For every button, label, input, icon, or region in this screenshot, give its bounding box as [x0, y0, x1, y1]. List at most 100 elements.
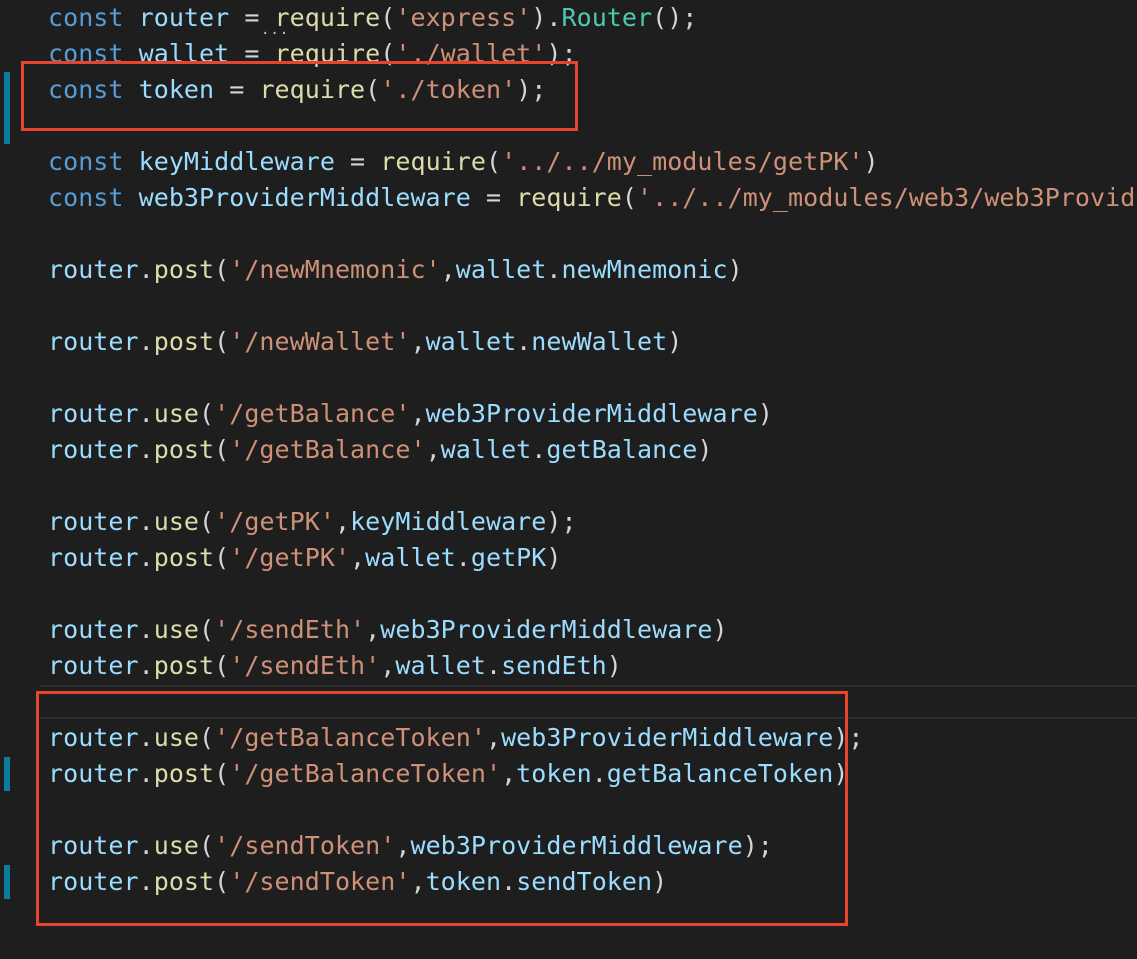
code-token: use [153, 615, 200, 644]
code-line[interactable]: router.use('/sendEth',web3ProviderMiddle… [48, 612, 728, 648]
code-token: (); [652, 3, 698, 32]
code-token: . [531, 435, 547, 464]
code-token: ( [199, 507, 215, 536]
code-token: ) [863, 147, 879, 176]
code-token: web3ProviderMiddleware [380, 615, 713, 644]
code-token: keyMiddleware [350, 507, 547, 536]
code-token: '/getPK' [229, 543, 351, 572]
code-token: ( [214, 435, 230, 464]
code-token: wallet [455, 255, 547, 284]
code-token: . [138, 615, 154, 644]
code-line[interactable]: const keyMiddleware = require('../../my_… [48, 144, 879, 180]
code-token: '/getPK' [214, 507, 335, 536]
code-line[interactable]: const router = require('express').Router… [48, 0, 697, 36]
code-token: . [138, 435, 154, 464]
ellipsis-hint-icon: ... [261, 22, 290, 38]
code-line[interactable]: router.use('/getPK',keyMiddleware); [48, 504, 577, 540]
code-token: router [48, 651, 139, 680]
code-token: 'express' [395, 3, 532, 32]
code-token: . [138, 507, 154, 536]
code-token: = [470, 183, 517, 212]
code-token: . [138, 327, 154, 356]
code-token: web3ProviderMiddleware [138, 183, 471, 212]
code-token: ) [546, 543, 562, 572]
code-token: router [48, 543, 139, 572]
code-token: router [48, 435, 139, 464]
code-token: ( [214, 651, 230, 680]
code-token: ( [621, 183, 637, 212]
code-line[interactable]: router.use('/getBalance',web3ProviderMid… [48, 396, 773, 432]
code-token: wallet [425, 327, 517, 356]
code-token: '../../my_modules/getPK' [501, 147, 864, 176]
code-token: , [380, 651, 396, 680]
code-token: ( [199, 615, 215, 644]
code-token: ). [531, 3, 562, 32]
code-token: ) [606, 651, 622, 680]
code-token: . [138, 255, 154, 284]
code-token: wallet [440, 435, 532, 464]
code-token: sendEth [501, 651, 607, 680]
code-token: newWallet [531, 327, 668, 356]
code-token: ( [214, 255, 230, 284]
code-token: '/newWallet' [229, 327, 411, 356]
code-token: ( [380, 3, 396, 32]
code-editor[interactable]: const router = require('express').Router… [0, 0, 1137, 959]
code-token: . [138, 399, 154, 428]
code-token: router [48, 327, 139, 356]
code-token: = [334, 147, 381, 176]
code-token: ); [546, 507, 577, 536]
code-token: post [153, 327, 215, 356]
code-token: '/getBalance' [214, 399, 411, 428]
code-token: post [153, 255, 215, 284]
code-token: newMnemonic [561, 255, 728, 284]
code-token: '/sendEth' [229, 651, 381, 680]
code-line[interactable]: const web3ProviderMiddleware = require('… [48, 180, 1137, 216]
code-token: require [274, 3, 381, 32]
code-token: router [48, 399, 139, 428]
code-line[interactable]: router.post('/newMnemonic',wallet.newMne… [48, 252, 743, 288]
code-token: ) [727, 255, 743, 284]
highlight-box-token-routes [36, 691, 848, 926]
code-token: . [455, 543, 471, 572]
code-token: wallet [395, 651, 486, 680]
code-line[interactable]: router.post('/sendEth',wallet.sendEth) [48, 648, 622, 684]
code-token: require [516, 183, 622, 212]
code-token: ) [712, 615, 728, 644]
code-token: wallet [365, 543, 456, 572]
code-token: ) [697, 435, 713, 464]
code-token: const [48, 3, 124, 32]
highlight-box-token-import [21, 61, 578, 131]
code-token: , [425, 435, 441, 464]
code-line[interactable]: router.post('/getPK',wallet.getPK) [48, 540, 562, 576]
code-token: router [48, 507, 139, 536]
code-token: router [48, 615, 139, 644]
code-token: . [485, 651, 502, 680]
code-token: . [138, 543, 154, 572]
code-token: post [153, 435, 215, 464]
code-token: router [138, 3, 230, 32]
code-token: getPK [470, 543, 547, 572]
code-token: keyMiddleware [138, 147, 335, 176]
code-token: '../../my_modules/web3/web3Provider' [637, 183, 1137, 212]
code-line[interactable]: router.post('/getBalance',wallet.getBala… [48, 432, 713, 468]
code-token: getBalance [546, 435, 698, 464]
code-token: post [153, 543, 215, 572]
code-token: const [48, 183, 124, 212]
code-line[interactable]: router.post('/newWallet',wallet.newWalle… [48, 324, 682, 360]
code-token: use [153, 507, 200, 536]
gutter-modified-marker [4, 865, 10, 899]
code-token: ( [214, 543, 230, 572]
code-token: '/newMnemonic' [229, 255, 441, 284]
gutter-modified-marker [4, 72, 10, 144]
code-token: '/sendEth' [214, 615, 366, 644]
code-token: , [334, 507, 351, 536]
gutter-modified-marker [4, 757, 10, 791]
code-token: , [410, 399, 426, 428]
code-token: '/getBalance' [229, 435, 426, 464]
code-token: . [138, 651, 154, 680]
code-token: . [546, 255, 562, 284]
code-token: ) [757, 399, 773, 428]
